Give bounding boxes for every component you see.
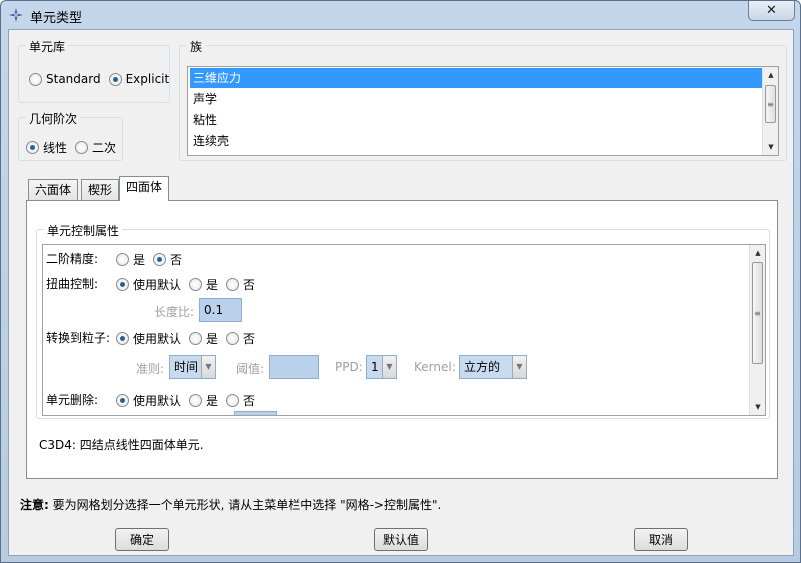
kernel-select[interactable]: 立方的 ▼ (459, 355, 527, 379)
deletion-yes-label: 是 (206, 394, 219, 408)
standard-radio[interactable] (29, 72, 42, 86)
kernel-label: Kernel: (414, 360, 456, 374)
deletion-no-label: 否 (243, 394, 256, 408)
order-radio-group: 线性 二次 (26, 139, 124, 156)
cancel-button[interactable]: 取消 (634, 528, 688, 551)
second-order-yes-radio[interactable] (116, 253, 129, 266)
ppd-value: 1 (371, 360, 379, 374)
convert-default-radio[interactable] (116, 332, 129, 345)
criterion-label: 准则: (136, 362, 165, 376)
note-prefix: 注意: (20, 498, 49, 512)
note-text: 注意: 要为网格划分选择一个单元形状, 请从主菜单栏中选择 "网格->控制属性"… (20, 496, 441, 513)
window-title: 单元类型 (30, 11, 83, 26)
distortion-yes-label: 是 (206, 278, 219, 292)
distortion-no-radio[interactable] (226, 278, 240, 291)
convert-yes-label: 是 (206, 332, 219, 346)
ppd-label: PPD: (335, 360, 363, 374)
explicit-radio[interactable] (108, 72, 122, 86)
linear-label: 线性 (43, 141, 68, 155)
element-library-legend: 单元库 (26, 38, 69, 55)
note-body: 要为网格划分选择一个单元形状, 请从主菜单栏中选择 "网格->控制属性". (52, 498, 442, 512)
defaults-button[interactable]: 默认值 (374, 528, 428, 551)
second-order-no-label: 否 (170, 253, 183, 267)
family-scrollbar[interactable]: ▲ ≡ ▼ (762, 67, 778, 155)
family-item[interactable]: 连续壳 (190, 131, 764, 151)
convert-default-label: 使用默认 (133, 332, 182, 346)
dialog-body: 单元库 Standard Explicit 几何阶次 线性 二次 族 三维应力 (8, 29, 794, 556)
tab-panel: 单元控制属性 二阶精度: 是 否 扭曲控制: 使用默认 是 否 长度比: 0.1… (26, 200, 778, 479)
length-ratio-label: 长度比: (154, 305, 195, 319)
library-radio-group: Standard Explicit (29, 72, 177, 86)
tab-tetrahedron[interactable]: 四面体 (119, 176, 170, 201)
convert-no-label: 否 (243, 332, 256, 346)
element-library-group: 单元库 Standard Explicit (18, 38, 170, 103)
geometric-order-legend: 几何阶次 (26, 110, 81, 127)
distortion-default-radio[interactable] (116, 278, 129, 291)
convert-no-radio[interactable] (226, 332, 240, 345)
scroll-down-icon[interactable]: ▼ (750, 399, 765, 415)
partial-hidden-field[interactable] (234, 411, 277, 415)
chevron-down-icon[interactable]: ▼ (201, 356, 215, 378)
deletion-default-radio[interactable] (116, 394, 129, 407)
family-item[interactable]: 声学 (190, 89, 764, 109)
criterion-select[interactable]: 时间 ▼ (169, 355, 216, 379)
element-type-dialog: 单元类型 ✕ 单元库 Standard Explicit 几何阶次 线性 二次 (0, 0, 801, 563)
convert-yes-radio[interactable] (189, 332, 203, 345)
tab-wedge[interactable]: 楔形 (81, 179, 120, 201)
app-icon (9, 8, 23, 22)
ppd-select[interactable]: 1 ▼ (366, 355, 397, 379)
title-bar: 单元类型 ✕ (1, 1, 800, 29)
family-item[interactable]: 粘性 (190, 110, 764, 130)
distortion-control-radios: 使用默认 是 否 (116, 276, 263, 293)
close-icon: ✕ (766, 3, 777, 18)
scroll-thumb[interactable]: ≡ (765, 85, 776, 123)
element-description: C3D4: 四结点线性四面体单元. (39, 438, 204, 452)
element-deletion-radios: 使用默认 是 否 (116, 392, 263, 409)
scroll-up-icon[interactable]: ▲ (750, 245, 765, 261)
convert-particles-radios: 使用默认 是 否 (116, 330, 263, 347)
geometric-order-group: 几何阶次 线性 二次 (18, 110, 124, 161)
chevron-down-icon[interactable]: ▼ (382, 356, 396, 378)
scroll-thumb[interactable]: ≡ (752, 262, 763, 364)
element-controls-legend: 单元控制属性 (44, 222, 123, 239)
deletion-no-radio[interactable] (226, 394, 240, 407)
convert-particles-label: 转换到粒子: (46, 331, 111, 345)
threshold-label: 阈值: (236, 362, 265, 376)
second-order-radios: 是 否 (116, 251, 190, 268)
standard-label: Standard (46, 72, 101, 86)
chevron-down-icon[interactable]: ▼ (512, 356, 526, 378)
length-ratio-input[interactable]: 0.1 (199, 298, 242, 322)
element-deletion-label: 单元删除: (46, 393, 99, 407)
distortion-no-label: 否 (243, 278, 256, 292)
kernel-value: 立方的 (464, 360, 501, 374)
close-button[interactable]: ✕ (748, 1, 795, 21)
quadratic-label: 二次 (92, 141, 117, 155)
second-order-label: 二阶精度: (46, 252, 99, 266)
controls-scrollbar[interactable]: ▲ ≡ ▼ (749, 245, 765, 415)
second-order-no-radio[interactable] (153, 253, 167, 266)
threshold-input[interactable] (269, 355, 319, 379)
element-controls-area: 二阶精度: 是 否 扭曲控制: 使用默认 是 否 长度比: 0.1 转换到粒子:… (42, 244, 766, 416)
distortion-yes-radio[interactable] (189, 278, 203, 291)
quadratic-radio[interactable] (75, 141, 89, 154)
explicit-label: Explicit (125, 72, 170, 86)
deletion-default-label: 使用默认 (133, 394, 182, 408)
distortion-control-label: 扭曲控制: (46, 277, 99, 291)
deletion-yes-radio[interactable] (189, 394, 203, 407)
family-item[interactable]: 三维应力 (190, 68, 764, 88)
distortion-default-label: 使用默认 (133, 278, 182, 292)
criterion-value: 时间 (174, 360, 199, 374)
linear-radio[interactable] (26, 141, 39, 154)
family-legend: 族 (187, 38, 206, 55)
family-list[interactable]: 三维应力 声学 粘性 连续壳 ▲ ≡ ▼ (187, 66, 779, 156)
second-order-yes-label: 是 (133, 253, 146, 267)
scroll-down-icon[interactable]: ▼ (763, 139, 779, 155)
tab-hexahedron[interactable]: 六面体 (28, 179, 79, 201)
ok-button[interactable]: 确定 (115, 528, 169, 551)
scroll-up-icon[interactable]: ▲ (763, 67, 779, 83)
